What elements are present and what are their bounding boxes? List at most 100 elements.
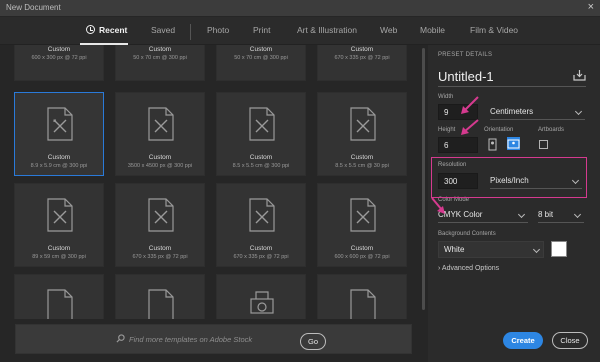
stock-search-field[interactable]: Find more templates on Adobe Stock Go <box>15 324 412 354</box>
document-name-underline <box>438 86 586 87</box>
template-card[interactable]: Custom 670 x 335 px @ 72 ppi <box>115 183 205 267</box>
template-card[interactable] <box>115 274 205 319</box>
height-annotation-arrow <box>461 119 479 135</box>
tab-recent[interactable]: Recent <box>86 25 127 35</box>
chevron-down-icon <box>574 107 583 116</box>
template-name: Custom <box>249 245 273 252</box>
tab-mobile[interactable]: Mobile <box>420 25 445 35</box>
template-name: Custom <box>350 154 374 161</box>
color-mode-annotation-arrow <box>431 197 445 214</box>
template-card[interactable]: Custom 50 x 70 cm @ 300 ppi <box>216 45 306 81</box>
tab-web[interactable]: Web <box>380 25 397 35</box>
advanced-options-toggle[interactable]: › Advanced Options <box>438 265 499 272</box>
artboards-checkbox[interactable] <box>539 140 548 149</box>
chevron-down-icon <box>573 210 582 219</box>
go-button[interactable]: Go <box>300 333 326 350</box>
chevron-right-icon: › <box>438 265 441 272</box>
template-card[interactable] <box>216 274 306 319</box>
window-close-icon[interactable]: × <box>588 1 594 14</box>
template-size: 8.5 x 5.5 cm @ 300 ppi <box>232 163 290 169</box>
template-name: Custom <box>148 245 172 252</box>
template-size: 3500 x 4500 px @ 300 ppi <box>127 163 193 169</box>
template-size: 89 x 59 cm @ 300 ppi <box>32 254 86 260</box>
width-unit-value: Centimeters <box>490 107 534 116</box>
chevron-down-icon <box>532 245 541 254</box>
template-grid[interactable]: Custom 600 x 300 px @ 72 ppi Custom 50 x… <box>0 45 428 319</box>
document-icon <box>350 107 376 141</box>
tab-label: Recent <box>99 25 128 35</box>
clock-icon <box>86 25 95 34</box>
template-card[interactable] <box>317 274 407 319</box>
tab-art-illustration[interactable]: Art & Illustration <box>297 25 357 35</box>
document-icon <box>47 107 73 141</box>
advanced-options-label: Advanced Options <box>441 265 500 272</box>
template-name: Custom <box>148 154 172 161</box>
template-card[interactable]: Custom 600 x 600 px @ 72 ppi <box>317 183 407 267</box>
template-card[interactable]: Custom 600 x 300 px @ 72 ppi <box>14 45 104 81</box>
width-unit-select[interactable]: Centimeters <box>490 104 585 120</box>
template-name: Custom <box>47 154 71 161</box>
orientation-label: Orientation <box>484 127 514 133</box>
template-size: 670 x 335 px @ 72 ppi <box>334 55 390 61</box>
tab-photo[interactable]: Photo <box>207 25 229 35</box>
tab-film-video[interactable]: Film & Video <box>470 25 518 35</box>
create-button[interactable]: Create <box>503 332 543 349</box>
template-card[interactable] <box>14 274 104 319</box>
background-contents-select[interactable]: White <box>438 241 544 258</box>
document-icon <box>47 289 73 319</box>
width-annotation-arrow <box>461 96 479 114</box>
bit-depth-select[interactable]: 8 bit <box>538 207 584 223</box>
grid-scrollbar-thumb[interactable] <box>422 48 425 310</box>
template-size: 670 x 335 px @ 72 ppi <box>233 254 289 260</box>
template-size: 8.5 x 5.5 cm @ 30 ppi <box>335 163 389 169</box>
height-label: Height <box>438 127 456 133</box>
template-size: 50 x 70 cm @ 300 ppi <box>133 55 187 61</box>
template-size: 600 x 600 px @ 72 ppi <box>334 254 390 260</box>
portrait-orientation-icon[interactable] <box>486 138 499 151</box>
background-color-swatch[interactable] <box>551 241 567 257</box>
document-icon <box>249 198 275 232</box>
document-icon <box>148 289 174 319</box>
title-bar: New Document × <box>0 0 600 17</box>
landscape-orientation-icon[interactable] <box>507 137 520 150</box>
template-card[interactable]: Custom 8.5 x 5.5 cm @ 300 ppi <box>216 92 306 176</box>
template-size: 600 x 300 px @ 72 ppi <box>31 55 87 61</box>
height-input[interactable]: 6 <box>438 137 478 153</box>
chevron-down-icon <box>517 210 526 219</box>
preset-details-panel: PRESET DETAILS Untitled-1 Width 9 Centim… <box>428 45 600 362</box>
preset-details-heading: PRESET DETAILS <box>438 52 493 58</box>
template-name: Custom <box>249 46 273 53</box>
template-name: Custom <box>47 245 71 252</box>
template-name: Custom <box>47 46 71 53</box>
category-tabs: Recent Saved Photo Print Art & Illustrat… <box>0 17 600 45</box>
template-card[interactable]: Custom 50 x 70 cm @ 300 ppi <box>115 45 205 81</box>
search-icon <box>116 334 125 343</box>
window-title: New Document <box>6 3 61 12</box>
template-size: 670 x 335 px @ 72 ppi <box>132 254 188 260</box>
document-name-field[interactable]: Untitled-1 <box>438 69 494 84</box>
template-size: 8.9 x 5.9 cm @ 300 ppi <box>30 163 88 169</box>
template-name: Custom <box>350 245 374 252</box>
template-name: Custom <box>249 154 273 161</box>
document-icon <box>47 198 73 232</box>
document-icon <box>249 107 275 141</box>
print-template-icon <box>250 291 274 314</box>
tab-print[interactable]: Print <box>253 25 270 35</box>
template-card[interactable]: Custom 670 x 335 px @ 72 ppi <box>216 183 306 267</box>
template-card[interactable]: Custom 8.5 x 5.5 cm @ 30 ppi <box>317 92 407 176</box>
template-card[interactable]: Custom 670 x 335 px @ 72 ppi <box>317 45 407 81</box>
template-card-selected[interactable]: Custom 8.9 x 5.9 cm @ 300 ppi <box>14 92 104 176</box>
document-icon <box>148 198 174 232</box>
color-mode-select[interactable]: CMYK Color <box>438 207 528 223</box>
template-card[interactable]: Custom 89 x 59 cm @ 300 ppi <box>14 183 104 267</box>
search-placeholder: Find more templates on Adobe Stock <box>129 335 253 344</box>
tab-saved[interactable]: Saved <box>151 25 175 35</box>
template-card[interactable]: Custom 3500 x 4500 px @ 300 ppi <box>115 92 205 176</box>
template-size: 50 x 70 cm @ 300 ppi <box>234 55 288 61</box>
save-preset-icon[interactable] <box>573 69 586 81</box>
background-contents-value: White <box>444 245 465 254</box>
artboards-label: Artboards <box>538 127 565 133</box>
stock-search-bar: Find more templates on Adobe Stock Go <box>0 319 428 362</box>
resolution-highlight-box <box>431 157 587 198</box>
close-button[interactable]: Close <box>552 332 588 349</box>
